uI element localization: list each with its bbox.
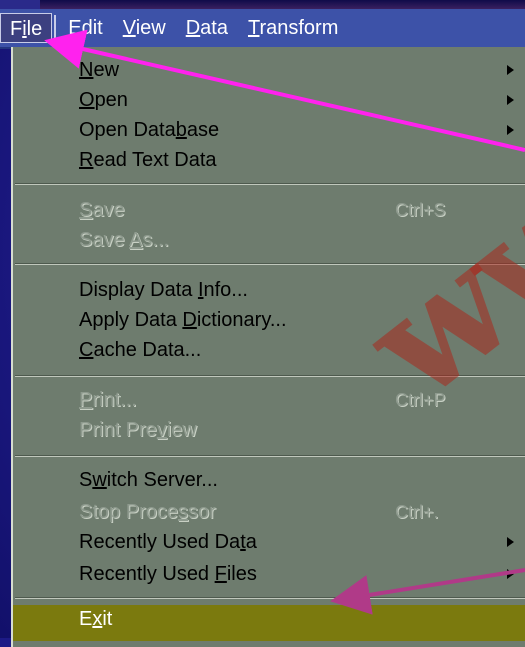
arrow-to-exit-item — [330, 568, 525, 615]
annotation-arrows — [44, 29, 525, 615]
arrow-to-file-menu — [44, 29, 525, 152]
